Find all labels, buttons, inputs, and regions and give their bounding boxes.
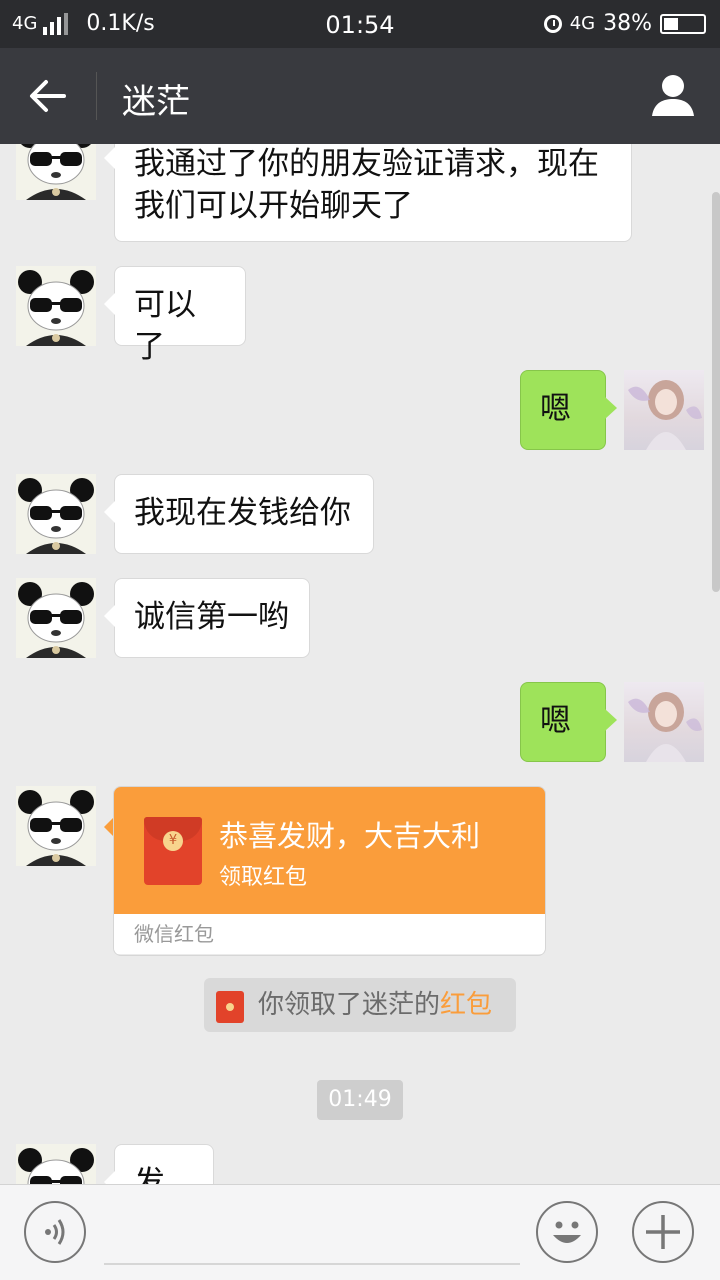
chat-header: 迷茫	[0, 48, 720, 144]
battery-icon	[660, 13, 706, 34]
plus-icon	[646, 1215, 680, 1249]
message-bubble[interactable]: 我通过了你的朋友验证请求，现在 我们可以开始聊天了	[104, 144, 632, 242]
system-message-text: 你领取了迷茫的红包	[258, 978, 492, 1032]
my-message-bubble[interactable]: 嗯	[520, 682, 617, 762]
message-text: 我现在发钱给你	[134, 495, 351, 531]
back-button[interactable]	[24, 74, 72, 118]
scrollbar[interactable]	[712, 192, 720, 592]
arrow-left-icon	[30, 80, 66, 112]
chat-title: 迷茫	[122, 82, 190, 122]
smiley-icon	[553, 1221, 581, 1243]
chat-area[interactable]: 我通过了你的朋友验证请求，现在 我们可以开始聊天了 可以了 嗯 我现在发钱给你 …	[0, 144, 720, 1184]
avatar-girl[interactable]	[624, 370, 704, 450]
more-button[interactable]	[632, 1201, 694, 1263]
status-right: 4G 38%	[543, 11, 706, 36]
coin-icon: ¥	[163, 831, 183, 851]
person-icon	[652, 75, 694, 116]
message-bubble[interactable]: 我现在发钱给你	[104, 474, 374, 554]
input-bar	[0, 1184, 720, 1280]
red-packet-footer: 微信红包	[114, 914, 545, 954]
red-packet-title: 恭喜发财，大吉大利	[219, 819, 481, 853]
voice-button[interactable]	[24, 1201, 86, 1263]
red-envelope-icon	[216, 991, 244, 1023]
alarm-icon	[543, 14, 562, 33]
header-divider	[96, 72, 97, 120]
network-type-right: 4G	[569, 13, 596, 34]
red-packet-subtitle: 领取红包	[219, 865, 308, 890]
avatar-panda[interactable]	[16, 1144, 96, 1184]
message-input[interactable]	[104, 1263, 520, 1265]
message-text: 嗯	[540, 703, 571, 739]
message-bubble[interactable]: 诚信第一哟	[104, 578, 310, 658]
system-message-prefix: 你领取了迷茫的	[258, 990, 441, 1020]
status-bar: 4G 0.1K/s 01:54 4G 38%	[0, 0, 720, 48]
message-bubble[interactable]: 可以了	[104, 266, 246, 365]
profile-button[interactable]	[650, 72, 696, 118]
red-envelope-icon: ¥	[144, 817, 202, 885]
avatar-panda[interactable]	[16, 474, 96, 554]
avatar-girl[interactable]	[624, 682, 704, 762]
message-text: 嗯	[540, 391, 571, 427]
message-text-line1: 我通过了你的朋友验证请求，现在	[134, 146, 599, 182]
avatar-panda[interactable]	[16, 578, 96, 658]
battery-percent: 38%	[603, 11, 652, 36]
message-text: 可以了	[134, 287, 196, 365]
voice-icon	[45, 1219, 65, 1245]
avatar-panda[interactable]	[16, 144, 96, 200]
avatar-panda[interactable]	[16, 786, 96, 866]
emoji-button[interactable]	[536, 1201, 598, 1263]
my-message-bubble[interactable]: 嗯	[520, 370, 617, 450]
message-text-line2: 我们可以开始聊天了	[134, 188, 413, 224]
message-text: 发了	[134, 1165, 165, 1184]
avatar-panda[interactable]	[16, 266, 96, 346]
system-message-link[interactable]: 红包	[440, 990, 492, 1020]
battery-fill	[664, 17, 678, 30]
timestamp: 01:49	[317, 1080, 403, 1120]
message-bubble[interactable]: 发了	[104, 1144, 214, 1184]
message-text: 诚信第一哟	[134, 599, 289, 635]
red-packet-body: ¥ 恭喜发财，大吉大利 领取红包	[114, 787, 545, 914]
system-message[interactable]: 你领取了迷茫的红包	[204, 978, 516, 1032]
red-packet-card[interactable]: ¥ 恭喜发财，大吉大利 领取红包 微信红包	[113, 786, 546, 956]
